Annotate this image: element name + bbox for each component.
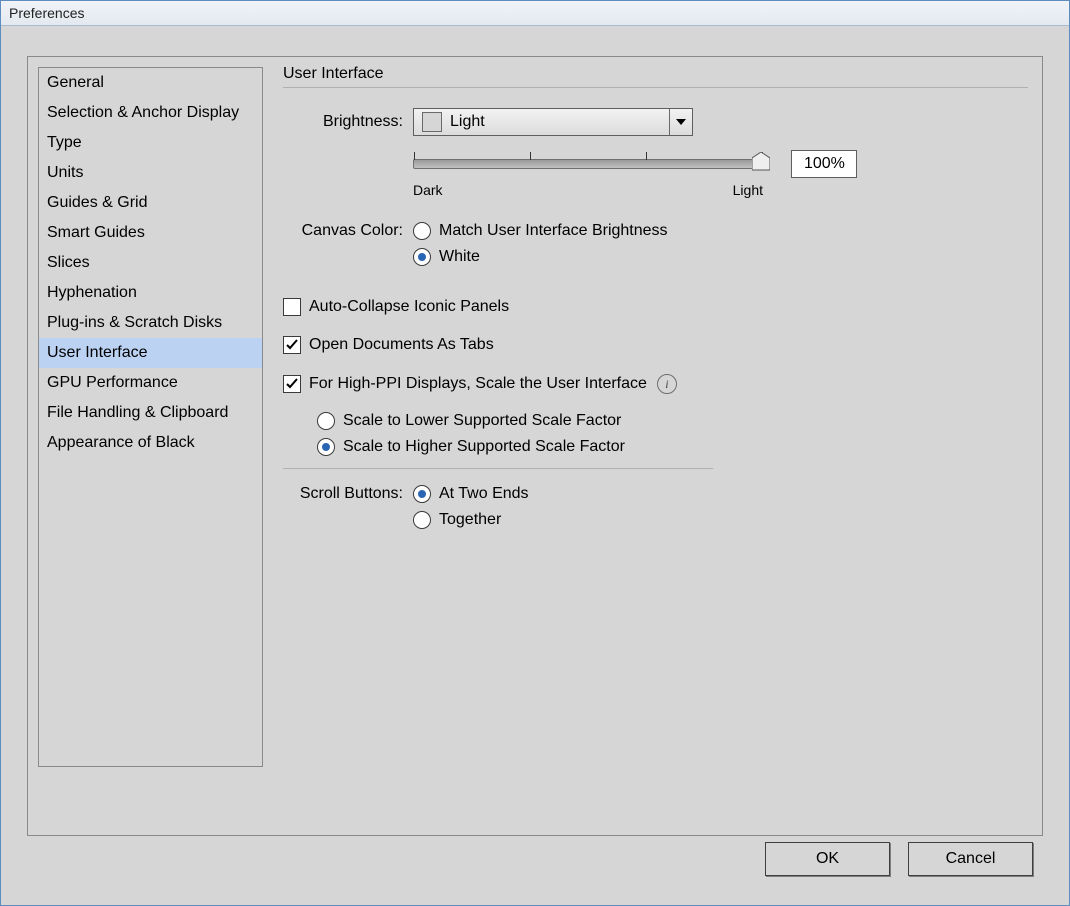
scroll-buttons-row: Scroll Buttons: At Two Ends Together [283,485,1028,537]
brightness-slider-group: 100% Dark Light [413,150,803,198]
brightness-percent-field[interactable]: 100% [791,150,857,178]
radio-label: At Two Ends [439,485,529,503]
nav-item-guides-grid[interactable]: Guides & Grid [39,188,262,218]
hi-ppi-checkbox[interactable]: For High-PPI Displays, Scale the User In… [283,374,1028,394]
preferences-window: Preferences General Selection & Anchor D… [0,0,1070,906]
ok-button[interactable]: OK [765,842,890,876]
dialog-buttons: OK Cancel [765,842,1033,876]
canvas-color-match-ui[interactable]: Match User Interface Brightness [413,222,668,240]
hi-ppi-sub-radiogroup: Scale to Lower Supported Scale Factor Sc… [317,412,1028,456]
divider [283,87,1028,88]
auto-collapse-checkbox[interactable]: Auto-Collapse Iconic Panels [283,298,1028,316]
radio-icon [317,412,335,430]
nav-item-smart-guides[interactable]: Smart Guides [39,218,262,248]
nav-item-slices[interactable]: Slices [39,248,262,278]
slider-label-dark: Dark [413,182,443,198]
cancel-button[interactable]: Cancel [908,842,1033,876]
radio-icon [413,511,431,529]
nav-item-user-interface[interactable]: User Interface [39,338,262,368]
checkbox-label: Open Documents As Tabs [309,336,494,354]
checkbox-icon [283,375,301,393]
info-icon[interactable]: i [657,374,677,394]
brightness-slider[interactable] [413,159,765,169]
scale-lower-radio[interactable]: Scale to Lower Supported Scale Factor [317,412,1028,430]
brightness-selected-value: Light [450,113,669,131]
canvas-color-white[interactable]: White [413,248,668,266]
nav-item-type[interactable]: Type [39,128,262,158]
scroll-together-radio[interactable]: Together [413,511,529,529]
nav-item-general[interactable]: General [39,68,262,98]
radio-icon [413,222,431,240]
nav-item-file-handling[interactable]: File Handling & Clipboard [39,398,262,428]
open-as-tabs-checkbox[interactable]: Open Documents As Tabs [283,336,1028,354]
checkbox-label: For High-PPI Displays, Scale the User In… [309,375,647,393]
client-area: General Selection & Anchor Display Type … [1,26,1069,906]
scroll-buttons-radiogroup: At Two Ends Together [413,485,529,537]
slider-labels: Dark Light [413,182,763,198]
scroll-two-ends-radio[interactable]: At Two Ends [413,485,529,503]
radio-icon [413,248,431,266]
nav-item-units[interactable]: Units [39,158,262,188]
canvas-color-radiogroup: Match User Interface Brightness White [413,222,668,274]
radio-label: Scale to Lower Supported Scale Factor [343,412,621,430]
radio-label: Match User Interface Brightness [439,222,668,240]
preferences-category-list[interactable]: General Selection & Anchor Display Type … [38,67,263,767]
brightness-row: Brightness: Light [283,108,1028,136]
nav-item-appearance-of-black[interactable]: Appearance of Black [39,428,262,458]
content-frame: General Selection & Anchor Display Type … [27,56,1043,836]
radio-label: Scale to Higher Supported Scale Factor [343,438,625,456]
scroll-buttons-label: Scroll Buttons: [283,485,403,503]
nav-item-hyphenation[interactable]: Hyphenation [39,278,262,308]
chevron-down-icon [669,109,692,135]
brightness-label: Brightness: [283,113,403,131]
brightness-swatch-icon [422,112,442,132]
slider-label-light: Light [733,182,763,198]
panel-title: User Interface [283,65,1028,83]
scale-higher-radio[interactable]: Scale to Higher Supported Scale Factor [317,438,1028,456]
checkbox-icon [283,336,301,354]
canvas-color-label: Canvas Color: [283,222,403,240]
radio-icon [317,438,335,456]
checkbox-icon [283,298,301,316]
canvas-color-row: Canvas Color: Match User Interface Brigh… [283,222,1028,274]
radio-label: White [439,248,480,266]
brightness-dropdown[interactable]: Light [413,108,693,136]
nav-item-gpu-performance[interactable]: GPU Performance [39,368,262,398]
window-title: Preferences [1,1,1069,26]
nav-item-plugins-scratch[interactable]: Plug-ins & Scratch Disks [39,308,262,338]
settings-panel: User Interface Brightness: Light [263,67,1028,825]
radio-label: Together [439,511,501,529]
nav-item-selection-anchor[interactable]: Selection & Anchor Display [39,98,262,128]
slider-thumb-icon[interactable] [752,152,770,172]
divider [283,468,713,469]
radio-icon [413,485,431,503]
checkbox-label: Auto-Collapse Iconic Panels [309,298,509,316]
